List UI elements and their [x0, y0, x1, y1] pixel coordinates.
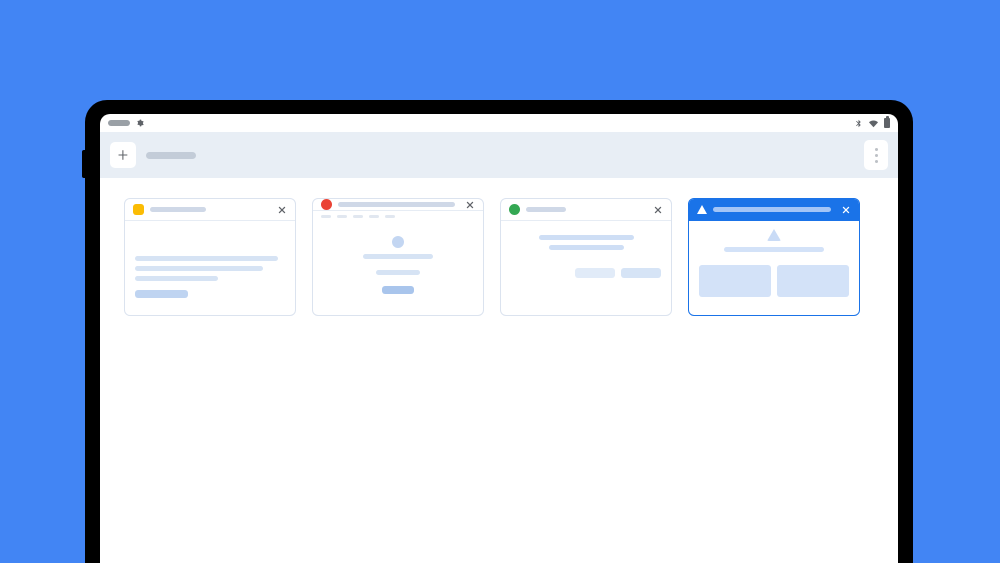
overflow-menu-button[interactable] — [864, 140, 888, 170]
tab-thumbnail — [689, 221, 859, 315]
tab-title-placeholder — [713, 207, 831, 212]
avatar-icon — [392, 236, 404, 248]
tab-card[interactable] — [312, 198, 484, 316]
bluetooth-icon — [854, 119, 863, 128]
status-right — [854, 118, 890, 128]
tab-overview — [100, 178, 898, 563]
tab-title-placeholder — [150, 207, 206, 212]
gear-icon — [136, 119, 144, 127]
close-tab-button[interactable] — [465, 200, 475, 210]
tab-card-header — [501, 199, 671, 221]
warning-icon — [697, 205, 707, 214]
device-power-button — [82, 150, 85, 178]
favicon-icon — [321, 199, 332, 210]
favicon-icon — [133, 204, 144, 215]
status-bar — [100, 114, 898, 132]
tab-title-placeholder — [338, 202, 455, 207]
tab-card[interactable] — [500, 198, 672, 316]
battery-icon — [884, 118, 890, 128]
close-tab-button[interactable] — [653, 205, 663, 215]
tab-thumbnail — [313, 228, 483, 316]
tab-title-placeholder — [526, 207, 566, 212]
tab-title-placeholder — [146, 152, 196, 159]
tab-thumbnail — [501, 221, 671, 315]
close-tab-button[interactable] — [277, 205, 287, 215]
close-tab-button[interactable] — [841, 205, 851, 215]
tab-card-header — [125, 199, 295, 221]
tab-thumbnail — [125, 221, 295, 315]
status-pill-icon — [108, 120, 130, 126]
tab-strip: + — [100, 132, 898, 178]
tab-card-header — [313, 199, 483, 211]
wifi-icon — [869, 119, 878, 128]
status-left — [108, 119, 144, 127]
tab-card-active[interactable] — [688, 198, 860, 316]
tab-sub-toolbar — [313, 211, 483, 218]
alert-triangle-icon — [767, 229, 781, 241]
new-tab-button[interactable]: + — [110, 142, 136, 168]
screen: + — [100, 114, 898, 563]
tab-card-header — [689, 199, 859, 221]
favicon-icon — [509, 204, 520, 215]
device-frame: + — [85, 100, 913, 563]
tab-card[interactable] — [124, 198, 296, 316]
